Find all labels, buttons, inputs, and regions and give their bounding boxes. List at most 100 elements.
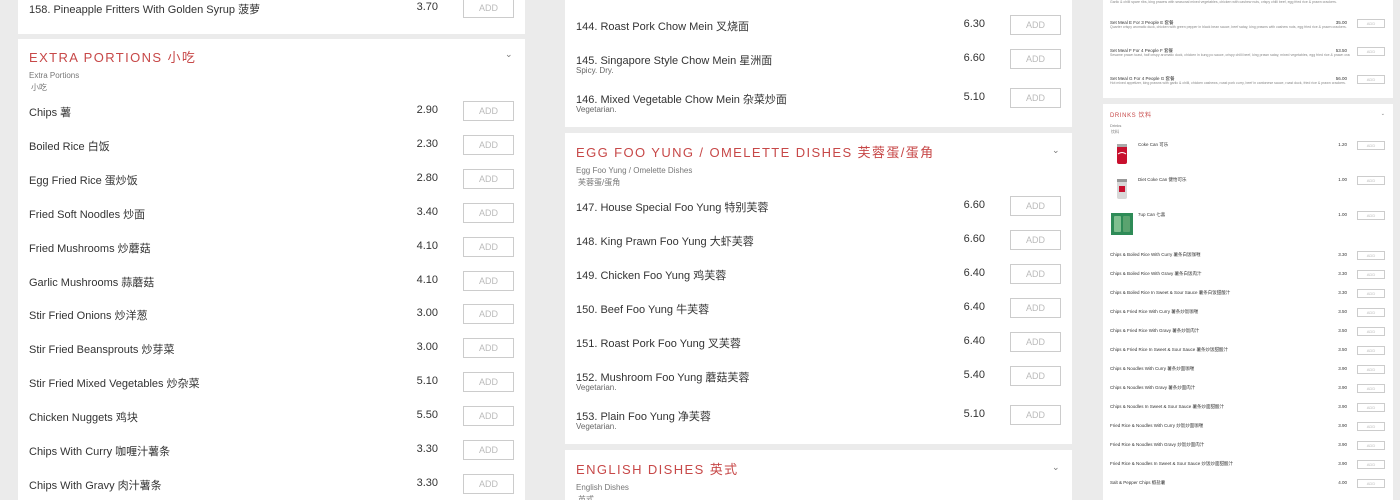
menu-item: Diet Coke Can 健怡可乐 1.00 ADD bbox=[1138, 176, 1385, 189]
item-name: Chips 薯 bbox=[29, 107, 72, 119]
add-button[interactable]: ADD bbox=[1010, 332, 1061, 352]
add-button[interactable]: ADD bbox=[1010, 88, 1061, 108]
item-name: Boiled Rice 白饭 bbox=[29, 140, 110, 153]
menu-item: 150. Beef Foo Yung 牛芙蓉 6.40 ADD bbox=[576, 298, 1061, 321]
section-subtitle-cn: 芙蓉蛋/蛋角 bbox=[578, 178, 621, 187]
add-button[interactable]: ADD bbox=[1010, 264, 1061, 284]
add-button[interactable]: ADD bbox=[1357, 141, 1385, 150]
item-price: 3.90 bbox=[1338, 385, 1347, 390]
add-button[interactable]: ADD bbox=[1357, 270, 1385, 279]
item-price: 3.50 bbox=[1338, 328, 1347, 333]
egg-foo-yung-section: EGG FOO YUNG / OMELETTE DISHES 芙蓉蛋/蛋角 ⌄ … bbox=[565, 133, 1072, 444]
chevron-down-icon[interactable]: ⌄ bbox=[1052, 146, 1061, 155]
menu-item: 158. Pineapple Fritters With Golden Syru… bbox=[29, 0, 514, 21]
add-button[interactable]: ADD bbox=[1357, 441, 1385, 450]
add-button[interactable]: ADD bbox=[1357, 47, 1385, 56]
add-button[interactable]: ADD bbox=[1357, 479, 1385, 488]
item-price: 5.10 bbox=[416, 375, 438, 388]
add-button[interactable]: ADD bbox=[1010, 366, 1061, 386]
add-button[interactable]: ADD bbox=[1357, 251, 1385, 260]
add-button[interactable]: ADD bbox=[1357, 365, 1385, 374]
add-button[interactable]: ADD bbox=[463, 304, 514, 325]
chevron-down-icon[interactable]: ⌄ bbox=[1381, 111, 1385, 117]
item-price: 5.10 bbox=[963, 408, 985, 420]
add-button[interactable]: ADD bbox=[1357, 75, 1385, 84]
item-description: Quarter crispy aromatic duck, chicken wi… bbox=[1110, 25, 1347, 29]
add-button[interactable]: ADD bbox=[1357, 346, 1385, 355]
item-name: Fried Soft Noodles 炒面 bbox=[29, 208, 146, 221]
item-price: 6.30 bbox=[963, 18, 985, 30]
add-button[interactable]: ADD bbox=[1357, 176, 1385, 185]
menu-item: Chips & Fried Rice With Curry 薯条炒饭咖喱 3.50… bbox=[1110, 308, 1385, 321]
add-button[interactable]: ADD bbox=[463, 338, 514, 359]
menu-item: Fried Soft Noodles 炒面 3.40 ADD bbox=[29, 202, 514, 226]
item-price: 3.30 bbox=[1338, 290, 1347, 295]
menu-column-left: 158. Pineapple Fritters With Golden Syru… bbox=[18, 0, 525, 500]
add-button[interactable]: ADD bbox=[1357, 422, 1385, 431]
add-button[interactable]: ADD bbox=[463, 168, 514, 189]
add-button[interactable]: ADD bbox=[463, 202, 514, 223]
add-button[interactable]: ADD bbox=[1010, 15, 1061, 35]
item-price: 1.00 bbox=[1338, 177, 1347, 182]
item-price: 3.90 bbox=[1338, 366, 1347, 371]
item-price: 3.40 bbox=[416, 205, 438, 218]
item-name: Fried Rice & Noodles In Sweet & Sour Sau… bbox=[1110, 461, 1234, 466]
add-button[interactable]: ADD bbox=[463, 0, 514, 18]
item-price: 4.10 bbox=[416, 273, 438, 286]
add-button[interactable]: ADD bbox=[1010, 230, 1061, 250]
add-button[interactable]: ADD bbox=[1010, 196, 1061, 216]
item-name: Chips & Noodles In Sweet & Sour Sauce 薯条… bbox=[1110, 404, 1225, 409]
add-button[interactable]: ADD bbox=[463, 440, 514, 460]
item-price: 4.10 bbox=[416, 239, 438, 252]
item-description: Vegetarian. bbox=[576, 422, 617, 431]
item-name: 148. King Prawn Foo Yung 大虾芙蓉 bbox=[576, 236, 754, 248]
add-button[interactable]: ADD bbox=[463, 270, 514, 291]
add-button[interactable]: ADD bbox=[1357, 308, 1385, 317]
add-button[interactable]: ADD bbox=[463, 101, 514, 121]
item-price: 2.80 bbox=[416, 171, 438, 184]
add-button[interactable]: ADD bbox=[463, 372, 514, 393]
add-button[interactable]: ADD bbox=[1357, 460, 1385, 469]
item-name: Chips & Fried Rice With Gravy 薯条炒饭肉汁 bbox=[1110, 328, 1200, 333]
menu-item: Set Meal E For 3 People E 套餐 Quarter cris… bbox=[1110, 19, 1385, 32]
item-name: Chips & Boiled Rice With Gravy 薯条白饭肉汁 bbox=[1110, 271, 1202, 276]
add-button[interactable]: ADD bbox=[1357, 327, 1385, 336]
section-title: DRINKS 饮料 bbox=[1110, 113, 1152, 119]
menu-item: 151. Roast Pork Foo Yung 叉芙蓉 6.40 ADD bbox=[576, 332, 1061, 355]
item-name: 150. Beef Foo Yung 牛芙蓉 bbox=[576, 304, 710, 316]
menu-item: Stir Fried Beansprouts 炒芽菜 3.00 ADD bbox=[29, 338, 514, 361]
item-name: Chips & Noodles With Curry 薯条炒面咖喱 bbox=[1110, 366, 1195, 371]
add-button[interactable]: ADD bbox=[1357, 289, 1385, 298]
menu-item: Fried Rice & Noodles With Gravy 炒饭炒面肉汁 3.… bbox=[1110, 441, 1385, 454]
item-price: 3.50 bbox=[1338, 347, 1347, 352]
menu-column-middle: 144. Roast Pork Chow Mein 叉烧面 6.30 ADD 145.… bbox=[565, 0, 1072, 500]
add-button[interactable]: ADD bbox=[1010, 49, 1061, 69]
item-description: Vegetarian. bbox=[576, 105, 617, 114]
add-button[interactable]: ADD bbox=[463, 236, 514, 257]
add-button[interactable]: ADD bbox=[1010, 298, 1061, 318]
chevron-down-icon[interactable]: ⌄ bbox=[1052, 463, 1061, 472]
add-button[interactable]: ADD bbox=[1357, 403, 1385, 412]
coke-can-icon bbox=[1117, 144, 1127, 164]
item-name: Fried Rice & Noodles With Gravy 炒饭炒面肉汁 bbox=[1110, 442, 1205, 447]
add-button[interactable]: ADD bbox=[463, 473, 514, 494]
add-button[interactable]: ADD bbox=[1357, 211, 1385, 220]
item-name: 7up Can 七喜 bbox=[1138, 212, 1166, 217]
add-button[interactable]: ADD bbox=[1357, 384, 1385, 393]
menu-item: Salt & Pepper Chips 椒盐薯 4.00 ADD bbox=[1110, 479, 1385, 492]
chevron-down-icon[interactable]: ⌄ bbox=[505, 50, 514, 59]
menu-item: Fried Rice & Noodles With Curry 炒饭炒面咖喱 3.… bbox=[1110, 422, 1385, 435]
add-button[interactable]: ADD bbox=[463, 406, 514, 427]
menu-item: Chips 薯 2.90 ADD bbox=[29, 101, 514, 124]
english-dishes-section: ENGLISH DISHES 英式 ⌄ English Dishes 英式 bbox=[565, 450, 1072, 500]
add-button[interactable]: ADD bbox=[463, 134, 514, 155]
extra-portions-section: EXTRA PORTIONS 小吃 ⌄ Extra Portions 小吃 Ch… bbox=[18, 39, 525, 500]
add-button[interactable]: ADD bbox=[1010, 405, 1061, 425]
menu-item: 152. Mushroom Foo Yung 蘑菇芙蓉 Vegetarian. 5.… bbox=[576, 366, 1061, 392]
add-button[interactable]: ADD bbox=[1357, 19, 1385, 28]
item-price: 35.00 bbox=[1335, 20, 1347, 25]
menu-item: Chips & Fried Rice In Sweet & Sour Sauce… bbox=[1110, 346, 1385, 359]
menu-item: Chips & Boiled Rice With Curry 薯条白饭咖喱 3.3… bbox=[1110, 251, 1385, 264]
section-title: EGG FOO YUNG / OMELETTE DISHES 芙蓉蛋/蛋角 bbox=[576, 145, 935, 160]
item-name: Salt & Pepper Chips 椒盐薯 bbox=[1110, 480, 1166, 485]
